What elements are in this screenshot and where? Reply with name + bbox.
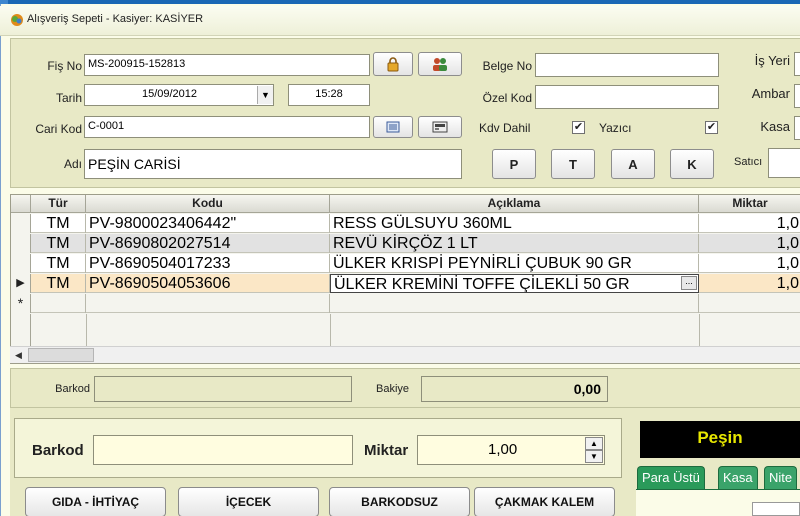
card-reader-icon	[432, 121, 448, 133]
satici-field[interactable]	[768, 148, 800, 178]
a-button[interactable]: A	[611, 149, 655, 179]
belge-no-field[interactable]	[535, 53, 719, 77]
bakiye-field: 0,00	[421, 376, 608, 402]
scrollbar-thumb[interactable]	[28, 348, 94, 362]
ambar-field[interactable]	[794, 84, 800, 108]
window-title: Alışveriş Sepeti - Kasiyer: KASİYER	[27, 13, 204, 25]
category-gida-ihtiyac-button[interactable]: GIDA - İHTİYAÇ	[25, 487, 166, 516]
cell-aciklama-editing[interactable]: ÜLKER KREMİNİ TOFFE ÇİLEKLİ 50 GR	[330, 274, 699, 293]
payment-mode-display: Peşin	[640, 421, 800, 458]
new-row[interactable]: *	[11, 294, 800, 313]
cell-aciklama[interactable]: ÜLKER KRISPİ PEYNİRLİ ÇUBUK 90 GR	[330, 254, 699, 273]
users-icon	[433, 58, 447, 71]
t-button[interactable]: T	[551, 149, 595, 179]
list-icon	[386, 121, 400, 133]
cell-miktar[interactable]: 1,0	[699, 274, 800, 293]
cell-aciklama[interactable]: REVÜ KİRÇÖZ 1 LT	[330, 234, 699, 253]
cell-tur[interactable]: TM	[31, 254, 86, 273]
category-cakmak-kalem-button[interactable]: ÇAKMAK KALEM	[474, 487, 615, 516]
barkod-input[interactable]	[93, 435, 353, 465]
yazici-label: Yazıcı	[599, 121, 632, 135]
cell-tur[interactable]: TM	[31, 274, 86, 293]
kasa-field[interactable]	[794, 116, 800, 140]
fis-no-field[interactable]: MS-200915-152813	[84, 54, 370, 76]
cell-tur[interactable]: TM	[31, 234, 86, 253]
is-yeri-label: İş Yeri	[754, 53, 790, 68]
cart-app-icon	[11, 14, 23, 26]
table-row[interactable]: TM PV-8690504017233 ÜLKER KRISPİ PEYNİRL…	[11, 254, 800, 273]
scroll-left-icon[interactable]: ◀	[10, 347, 27, 363]
barkod-label: Barkod	[32, 442, 84, 459]
fis-no-label: Fiş No	[47, 59, 82, 73]
grid-corner-header	[11, 195, 31, 213]
cell-tur[interactable]: TM	[31, 214, 86, 233]
tarih-label: Tarih	[55, 91, 82, 105]
miktar-label: Miktar	[364, 442, 409, 459]
cell-aciklama[interactable]: RESS GÜLSUYU 360ML	[330, 214, 699, 233]
table-row-selected[interactable]: ▶ TM PV-8690504053606 ÜLKER KREMİNİ TOFF…	[11, 274, 800, 293]
spin-up-icon[interactable]: ▲	[585, 437, 603, 450]
row-indicator[interactable]	[11, 234, 31, 253]
cell-kodu[interactable]: PV-8690504053606	[86, 274, 330, 293]
cari-kod-label: Cari Kod	[35, 122, 82, 136]
chevron-down-icon[interactable]: ▼	[257, 86, 273, 104]
cell-miktar[interactable]: 1,0	[699, 214, 800, 233]
column-header-miktar[interactable]: Miktar	[699, 195, 800, 213]
tab-kasa[interactable]: Kasa	[718, 466, 758, 490]
list-button[interactable]	[373, 116, 413, 138]
cell-miktar[interactable]: 1,0	[699, 234, 800, 253]
cell-kodu[interactable]: PV-8690504017233	[86, 254, 330, 273]
bakiye-label: Bakiye	[376, 383, 410, 395]
tarih-date-picker[interactable]: 15/09/2012	[84, 84, 274, 106]
tarih-time-field[interactable]: 15:28	[288, 84, 370, 106]
table-row[interactable]: TM PV-8690802027514 REVÜ KİRÇÖZ 1 LT 1,0	[11, 234, 800, 253]
tab-nite[interactable]: Nite	[764, 466, 798, 490]
card-reader-button[interactable]	[418, 116, 462, 138]
belge-no-label: Belge No	[482, 59, 532, 73]
column-header-tur[interactable]: Tür	[31, 195, 86, 213]
ambar-label: Ambar	[751, 86, 790, 101]
horizontal-scrollbar[interactable]: ◀	[10, 346, 800, 363]
tab-field[interactable]	[752, 502, 800, 516]
ellipsis-button[interactable]: ...	[681, 276, 697, 290]
is-yeri-field[interactable]	[794, 52, 800, 76]
row-indicator[interactable]	[11, 214, 31, 233]
status-barkod-field	[94, 376, 352, 402]
table-row[interactable]: TM PV-9800023406442" RESS GÜLSUYU 360ML …	[11, 214, 800, 233]
status-barkod-label: Barkod	[55, 383, 90, 395]
new-row-indicator[interactable]: *	[11, 294, 31, 313]
category-barkodsuz-button[interactable]: BARKODSUZ	[329, 487, 470, 516]
adi-label: Adı	[63, 157, 82, 171]
items-grid[interactable]: Tür Kodu Açıklama Miktar TM PV-980002340…	[10, 194, 800, 364]
lock-icon	[387, 57, 399, 72]
miktar-input[interactable]: 1,00	[417, 435, 605, 465]
cell-kodu[interactable]: PV-9800023406442"	[86, 214, 330, 233]
users-button[interactable]	[418, 52, 462, 76]
row-indicator[interactable]	[11, 254, 31, 273]
ozel-kod-label: Özel Kod	[482, 91, 532, 105]
k-button[interactable]: K	[670, 149, 714, 179]
spin-down-icon[interactable]: ▼	[585, 450, 603, 463]
lock-button[interactable]	[373, 52, 413, 76]
ozel-kod-field[interactable]	[535, 85, 719, 109]
adi-field[interactable]: PEŞİN CARİSİ	[84, 149, 462, 179]
kdv-dahil-label: Kdv Dahil	[479, 121, 531, 135]
category-icecek-button[interactable]: İÇECEK	[178, 487, 319, 516]
current-row-indicator[interactable]: ▶	[11, 274, 31, 293]
kasa-label: Kasa	[760, 119, 790, 134]
column-header-aciklama[interactable]: Açıklama	[330, 195, 699, 213]
column-header-kodu[interactable]: Kodu	[86, 195, 330, 213]
cell-kodu[interactable]: PV-8690802027514	[86, 234, 330, 253]
tab-para-ustu[interactable]: Para Üstü	[637, 466, 705, 490]
satici-label: Satıcı	[734, 156, 763, 168]
cell-miktar[interactable]: 1,0	[699, 254, 800, 273]
yazici-checkbox[interactable]: ✔	[705, 121, 718, 134]
cari-kod-field[interactable]: C-0001	[84, 116, 370, 138]
p-button[interactable]: P	[492, 149, 536, 179]
kdv-dahil-checkbox[interactable]: ✔	[572, 121, 585, 134]
